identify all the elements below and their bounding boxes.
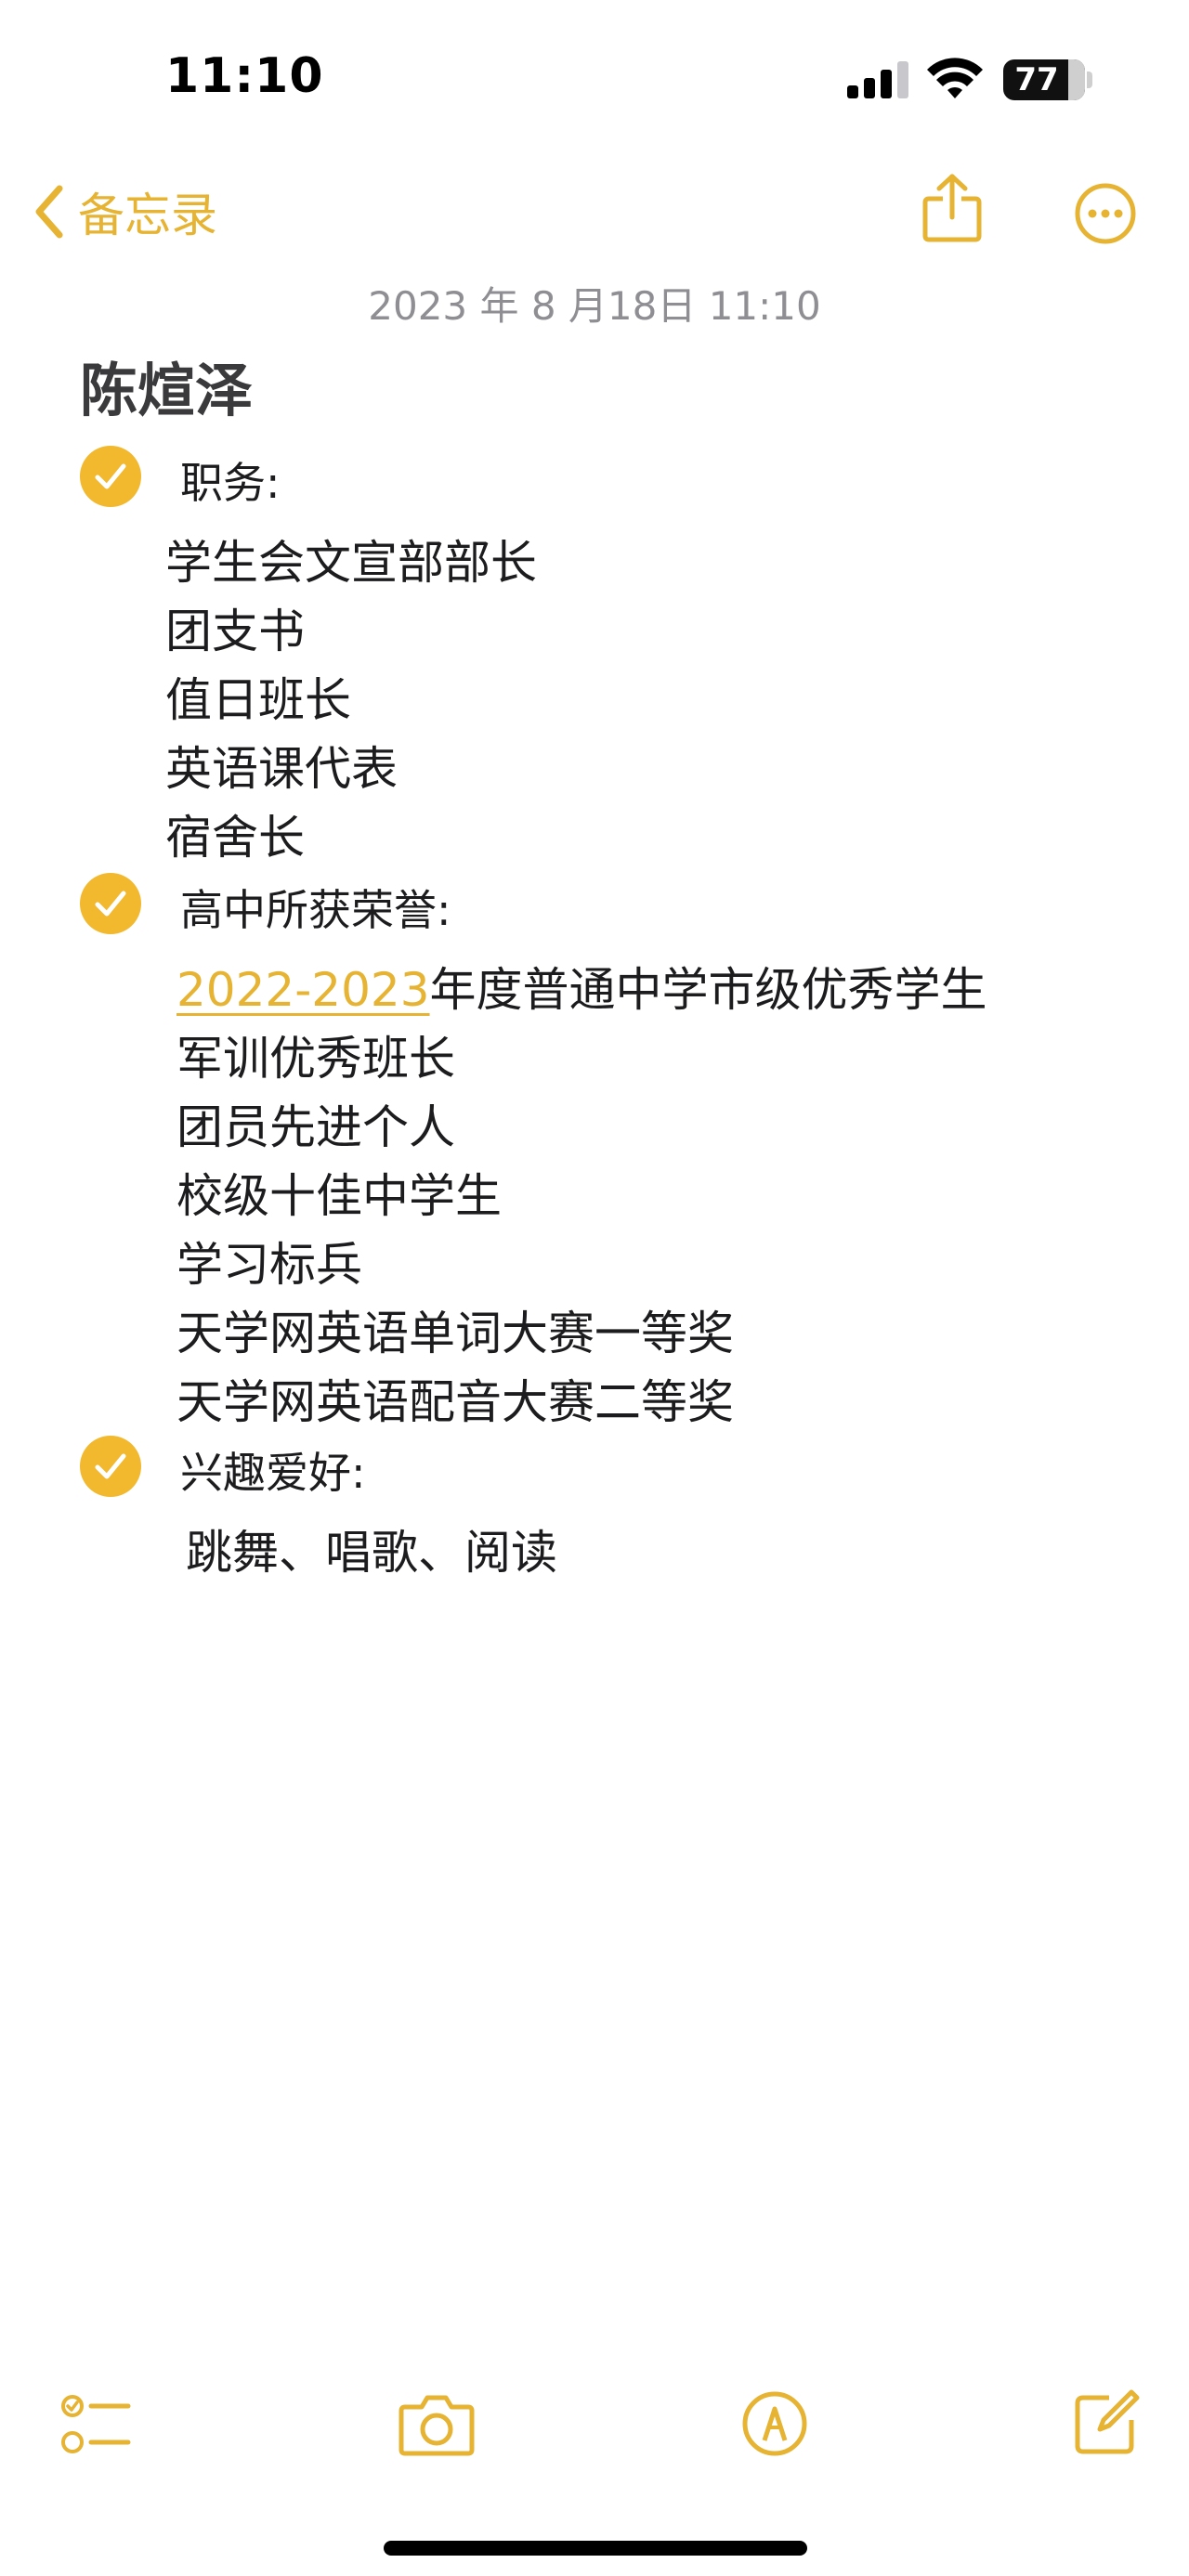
battery-nub <box>1087 72 1092 88</box>
battery-icon: 77 <box>1003 59 1085 100</box>
list-item[interactable]: 天学网英语配音大赛二等奖 <box>176 1365 734 1432</box>
list-item[interactable]: 校级十佳中学生 <box>176 1159 502 1226</box>
section-heading[interactable]: 高中所获荣誉: <box>180 877 451 938</box>
cellular-signal-icon <box>847 61 908 98</box>
list-item[interactable]: 天学网英语单词大赛一等奖 <box>176 1296 734 1363</box>
list-item[interactable]: 团员先进个人 <box>176 1090 455 1157</box>
status-time: 11:10 <box>165 48 324 104</box>
section-heading[interactable]: 职务: <box>180 449 281 511</box>
battery-level: 77 <box>1014 61 1059 98</box>
checklist-checkbox[interactable] <box>80 1436 141 1497</box>
camera-icon[interactable] <box>398 2392 476 2457</box>
list-item[interactable]: 军训优秀班长 <box>176 1021 455 1088</box>
pen-circle-icon[interactable] <box>741 2390 808 2457</box>
home-indicator[interactable] <box>384 2541 807 2556</box>
wifi-icon <box>927 58 983 98</box>
note-date: 2023 年 8 月18日 11:10 <box>368 283 821 329</box>
checklist-checkbox[interactable] <box>80 446 141 507</box>
list-item-text: 年度普通中学市级优秀学生 <box>429 963 987 1017</box>
list-item[interactable]: 学习标兵 <box>176 1228 362 1295</box>
chevron-left-icon <box>35 185 63 239</box>
list-item[interactable]: 团支书 <box>165 594 305 661</box>
back-label: 备忘录 <box>78 189 217 242</box>
checklist-checkbox[interactable] <box>80 873 141 934</box>
list-item[interactable]: 学生会文宣部部长 <box>165 526 537 592</box>
checkmark-icon <box>95 1453 126 1479</box>
note-title[interactable]: 陈煊泽 <box>80 344 253 427</box>
list-item[interactable]: 英语课代表 <box>165 732 398 799</box>
list-item[interactable]: 2022-2023年度普通中学市级优秀学生 <box>176 953 987 1020</box>
checkmark-icon <box>95 463 126 489</box>
list-item[interactable]: 宿舍长 <box>165 800 305 867</box>
checkmark-icon <box>95 891 126 917</box>
list-item[interactable]: 跳舞、唱歌、阅读 <box>186 1516 557 1582</box>
ellipsis-circle-icon[interactable] <box>1074 182 1137 245</box>
compose-icon[interactable] <box>1072 2387 1143 2457</box>
list-item[interactable]: 值日班长 <box>165 663 351 730</box>
checklist-icon[interactable] <box>61 2394 132 2455</box>
year-link[interactable]: 2022-2023 <box>176 963 430 1017</box>
section-heading[interactable]: 兴趣爱好: <box>180 1439 366 1501</box>
back-button[interactable]: 备忘录 <box>33 178 217 245</box>
share-icon[interactable] <box>921 173 983 243</box>
